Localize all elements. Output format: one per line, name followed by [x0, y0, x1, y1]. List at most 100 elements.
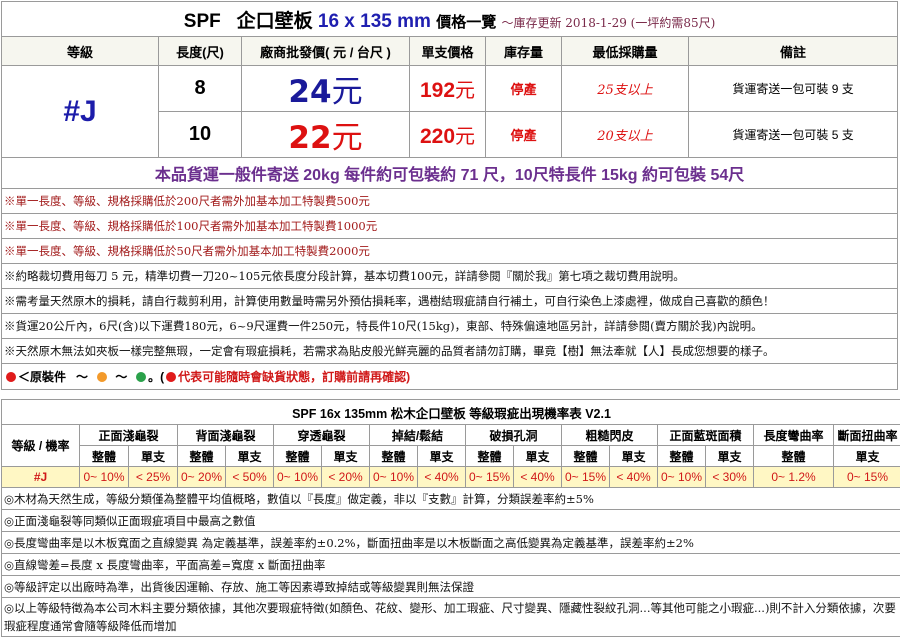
header-grade: 等級	[2, 37, 159, 66]
green-dot-icon	[136, 372, 146, 382]
sub-whole: 整體	[754, 446, 834, 467]
title-prefix: SPF	[184, 11, 221, 32]
title-size: 16 x 135 mm	[318, 11, 431, 32]
defect-subheader-row: 整體 單支 整體 單支 整體 單支 整體 單支 整體 單支 整體 單支 整體 單…	[2, 446, 900, 467]
sub-whole: 整體	[178, 446, 226, 467]
stock-cell: 停產	[486, 112, 562, 158]
legend-tilde: ～	[115, 370, 127, 384]
defect-cell: < 50%	[226, 467, 274, 488]
price-number: 22	[288, 120, 331, 156]
price-unit: 元	[332, 74, 363, 110]
length-cell: 10	[159, 112, 242, 158]
legend-line: ＜原裝件 ～ ～ 。(代表可能隨時會缺貨狀態，訂購前請再確認)	[2, 364, 898, 390]
defect-cell: 0~ 10%	[80, 467, 129, 488]
title-suffix: 價格一覽	[436, 14, 496, 31]
defect-grade: #J	[2, 467, 80, 488]
sub-single: 單支	[514, 446, 562, 467]
sub-whole: 整體	[274, 446, 322, 467]
defect-table: SPF 16x 135mm 松木企口壁板 等級瑕疵出現機率表 V2.1 等級 /…	[1, 399, 900, 637]
unit-price-cell: 220元	[410, 112, 486, 158]
sub-single: 單支	[706, 446, 754, 467]
defect-table-title: SPF 16x 135mm 松木企口壁板 等級瑕疵出現機率表 V2.1	[2, 400, 900, 425]
header-stock: 庫存量	[486, 37, 562, 66]
defect-group-header: 粗糙閃皮	[562, 425, 658, 446]
footnote-line: ◎木材為天然生成，等級分類僅為整體平均值概略，數值以『長度』做定義，非以『支數』…	[2, 488, 900, 510]
price-table: SPF 企口壁板 16 x 135 mm 價格一覽 ～庫存更新 2018-1-2…	[1, 1, 898, 390]
defect-group-header: 破損孔洞	[466, 425, 562, 446]
defect-cell: < 30%	[706, 467, 754, 488]
header-price: 廠商批發價( 元 / 台尺 )	[242, 37, 410, 66]
sub-whole: 整體	[80, 446, 129, 467]
sub-single: 單支	[834, 446, 900, 467]
orange-dot-icon	[97, 372, 107, 382]
defect-cell: 0~ 10%	[370, 467, 418, 488]
footnote-line: ◎長度彎曲率是以木板寬面之直線變異 為定義基準，誤差率約±0.2%，斷面扭曲率是…	[2, 532, 900, 554]
legend-end: 。(	[148, 370, 164, 384]
defect-cell: < 40%	[610, 467, 658, 488]
defect-cell: < 40%	[514, 467, 562, 488]
unit-price-number: 220	[420, 125, 455, 148]
defect-corner-header: 等級 / 機率	[2, 425, 80, 467]
defect-group-header: 斷面扭曲率	[834, 425, 900, 446]
note-line: ※單一長度、等級、規格採購低於100尺者需外加基本加工特製費1000元	[2, 214, 898, 239]
footnote-line: ◎直線彎差=長度 x 長度彎曲率，平面高差=寬度 x 斷面扭曲率	[2, 554, 900, 576]
defect-group-header: 穿透龜裂	[274, 425, 370, 446]
title-name: 企口壁板	[237, 11, 313, 32]
unit-price-number: 192	[420, 79, 455, 102]
footnote-line: ◎以上等級特徵為本公司木料主要分類依據，其他次要瑕疵特徵(如顏色、花紋、變形、加…	[2, 598, 900, 637]
header-unit-price: 單支價格	[410, 37, 486, 66]
remark-cell: 貨運寄送一包可裝 5 支	[689, 112, 898, 158]
grade-cell: #J	[2, 66, 159, 158]
price-cell: 24元	[242, 66, 410, 112]
header-min-buy: 最低採購量	[562, 37, 689, 66]
defect-group-header: 背面淺龜裂	[178, 425, 274, 446]
defect-cell: < 20%	[322, 467, 370, 488]
defect-group-header: 掉結/鬆結	[370, 425, 466, 446]
sub-whole: 整體	[370, 446, 418, 467]
sub-single: 單支	[226, 446, 274, 467]
note-line: ※天然原木無法如夾板一樣完整無瑕，一定會有瑕疵損耗，若需求為貼皮般光鮮亮麗的品質…	[2, 339, 898, 364]
defect-group-header: 正面淺龜裂	[80, 425, 178, 446]
legend-label: ＜原裝件	[18, 370, 66, 384]
defect-cell: 0~ 15%	[834, 467, 900, 488]
header-length: 長度(尺)	[159, 37, 242, 66]
note-line: ※貨運20公斤內，6尺(含)以下運費180元，6~9尺運費一件250元，特長件1…	[2, 314, 898, 339]
defect-group-header: 長度彎曲率	[754, 425, 834, 446]
defect-cell: 0~ 15%	[466, 467, 514, 488]
defect-header-row: 等級 / 機率 正面淺龜裂 背面淺龜裂 穿透龜裂 掉結/鬆結 破損孔洞 粗糙閃皮…	[2, 425, 900, 446]
page-title: SPF 企口壁板 16 x 135 mm 價格一覽 ～庫存更新 2018-1-2…	[2, 2, 898, 37]
defect-row: #J 0~ 10% < 25% 0~ 20% < 50% 0~ 10% < 20…	[2, 467, 900, 488]
defect-cell: 0~ 10%	[658, 467, 706, 488]
min-buy-cell: 20支以上	[562, 112, 689, 158]
unit-price-cell: 192元	[410, 66, 486, 112]
shipping-note: 本品貨運一般件寄送 20kg 每件約可包裝約 71 尺，10尺特長件 15kg …	[2, 158, 898, 189]
header-remark: 備註	[689, 37, 898, 66]
stock-cell: 停產	[486, 66, 562, 112]
header-row: 等級 長度(尺) 廠商批發價( 元 / 台尺 ) 單支價格 庫存量 最低採購量 …	[2, 37, 898, 66]
price-cell: 22元	[242, 112, 410, 158]
page: SPF 企口壁板 16 x 135 mm 價格一覽 ～庫存更新 2018-1-2…	[1, 1, 897, 637]
unit-price-unit: 元	[455, 124, 475, 148]
remark-cell: 貨運寄送一包可裝 9 支	[689, 66, 898, 112]
price-number: 24	[288, 74, 331, 110]
defect-cell: 0~ 10%	[274, 467, 322, 488]
defect-cell: < 25%	[129, 467, 178, 488]
sub-single: 單支	[322, 446, 370, 467]
defect-cell: 0~ 20%	[178, 467, 226, 488]
table-row: #J 8 24元 192元 停產 25支以上 貨運寄送一包可裝 9 支	[2, 66, 898, 112]
defect-cell: 0~ 15%	[562, 467, 610, 488]
unit-price-unit: 元	[455, 78, 475, 102]
defect-group-header: 正面藍斑面積	[658, 425, 754, 446]
title-note: ～庫存更新 2018-1-29 (一坪約需85尺)	[501, 16, 715, 30]
note-line: ※單一長度、等級、規格採購低於200尺者需外加基本加工特製費500元	[2, 189, 898, 214]
note-line: ※單一長度、等級、規格採購低於50尺者需外加基本加工特製費2000元	[2, 239, 898, 264]
sub-single: 單支	[129, 446, 178, 467]
defect-cell: < 40%	[418, 467, 466, 488]
note-line: ※約略裁切費用每刀 5 元，精準切費一刀20~105元依長度分段計算，基本切費1…	[2, 264, 898, 289]
sub-whole: 整體	[466, 446, 514, 467]
red-dot-icon	[6, 372, 16, 382]
sub-single: 單支	[610, 446, 658, 467]
footnote-line: ◎正面淺龜裂等同類似正面瑕疵項目中最高之數值	[2, 510, 900, 532]
legend-warning: 代表可能隨時會缺貨狀態，訂購前請再確認)	[178, 370, 410, 384]
price-unit: 元	[332, 120, 363, 156]
